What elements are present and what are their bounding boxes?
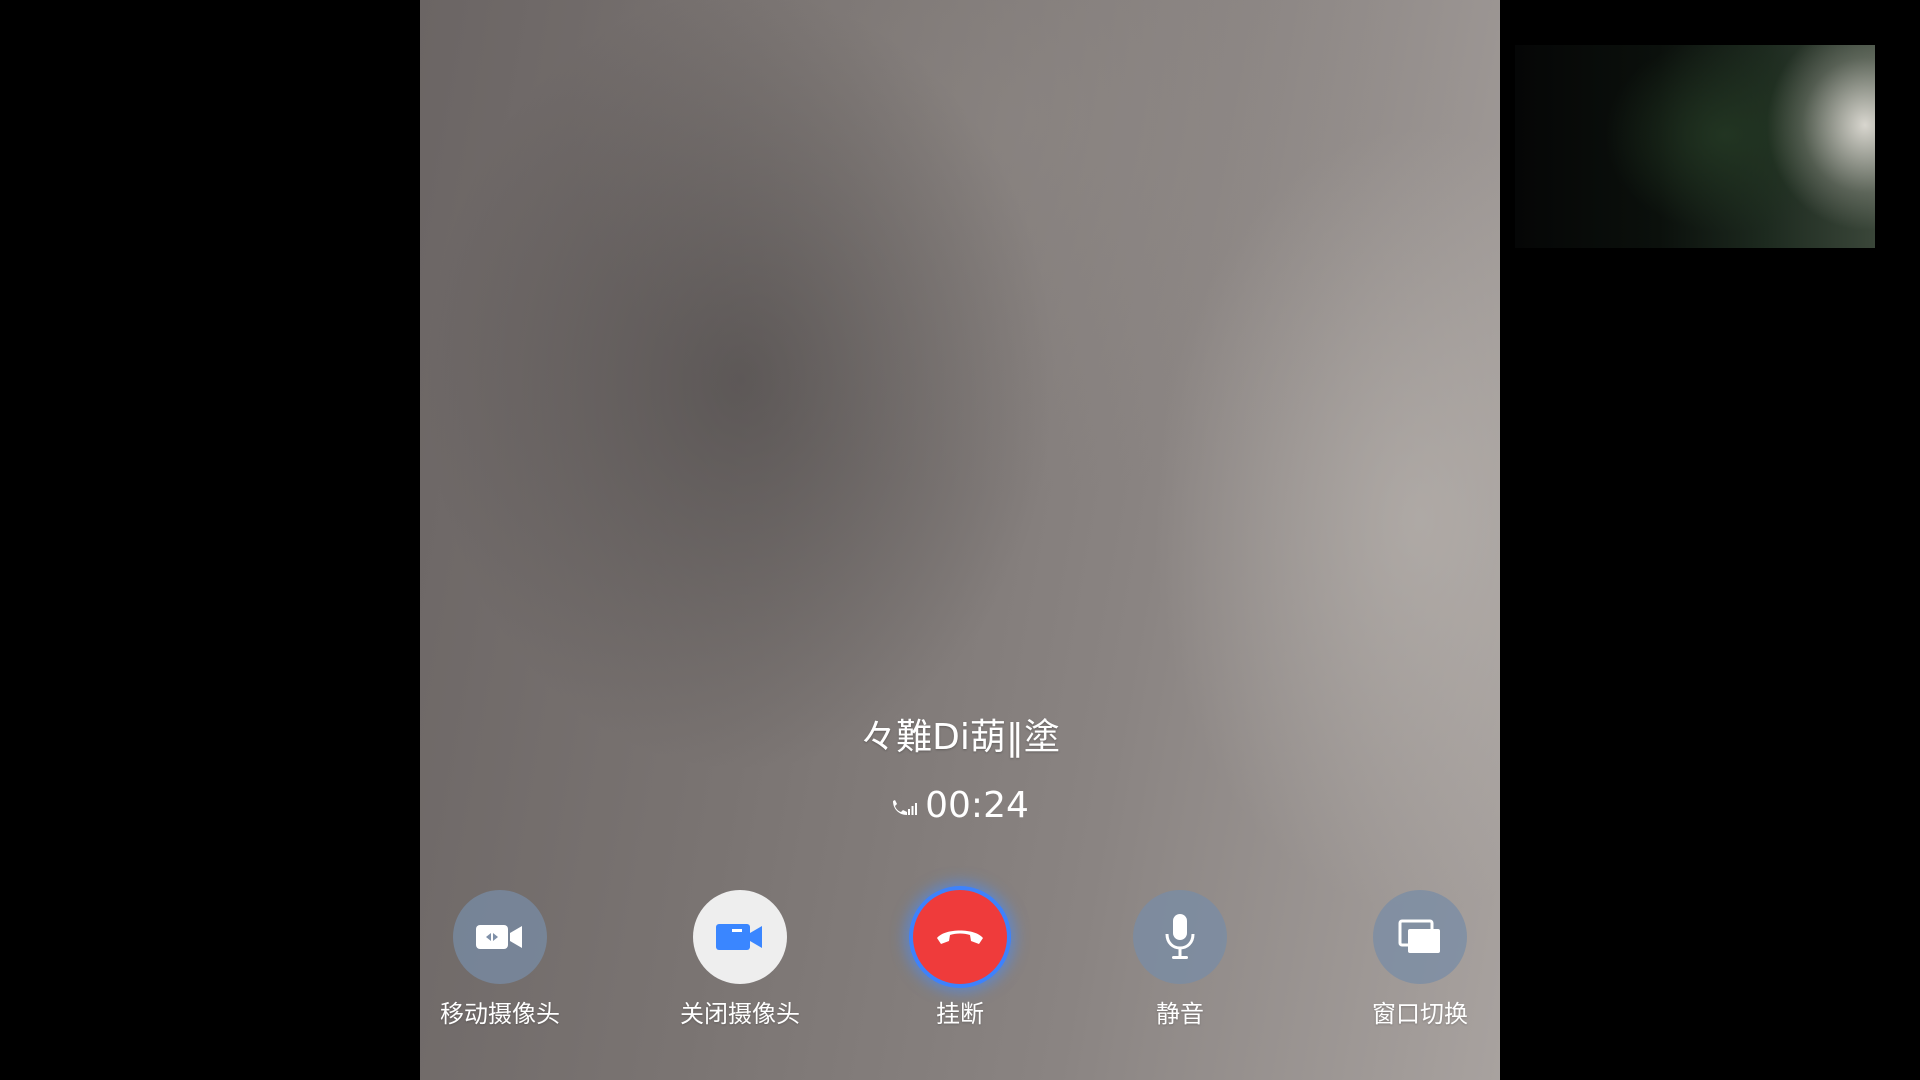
caller-name: 々難Di葫‖塗 bbox=[860, 717, 1060, 758]
call-signal-icon bbox=[893, 800, 918, 815]
local-video-preview[interactable] bbox=[1515, 45, 1875, 248]
mute-label: 静音 bbox=[1156, 1000, 1204, 1028]
window-switch-label: 窗口切换 bbox=[1372, 1000, 1468, 1028]
call-status: 00:24 bbox=[420, 784, 1500, 828]
mute-button[interactable]: 静音 bbox=[1100, 890, 1260, 1030]
hang-up-label: 挂断 bbox=[936, 1000, 984, 1028]
call-timer: 00:24 bbox=[925, 785, 1029, 826]
close-camera-label: 关闭摄像头 bbox=[680, 1000, 800, 1028]
video-call-screen: 々難Di葫‖塗 00:24 移动摄像头 关闭摄像头 挂断 静音 窗口切换 bbox=[0, 0, 1920, 1080]
video-camera-icon[interactable] bbox=[693, 890, 787, 984]
call-controls: 移动摄像头 关闭摄像头 挂断 静音 窗口切换 bbox=[420, 890, 1500, 1040]
move-camera-button[interactable]: 移动摄像头 bbox=[420, 890, 580, 1030]
hang-up-icon[interactable] bbox=[913, 890, 1007, 984]
move-camera-label: 移动摄像头 bbox=[440, 1000, 560, 1028]
window-switch-button[interactable]: 窗口切换 bbox=[1340, 890, 1500, 1030]
close-camera-button[interactable]: 关闭摄像头 bbox=[660, 890, 820, 1030]
microphone-icon[interactable] bbox=[1133, 890, 1227, 984]
camera-switch-icon[interactable] bbox=[453, 890, 547, 984]
hang-up-button[interactable]: 挂断 bbox=[880, 890, 1040, 1030]
window-switch-icon[interactable] bbox=[1373, 890, 1467, 984]
